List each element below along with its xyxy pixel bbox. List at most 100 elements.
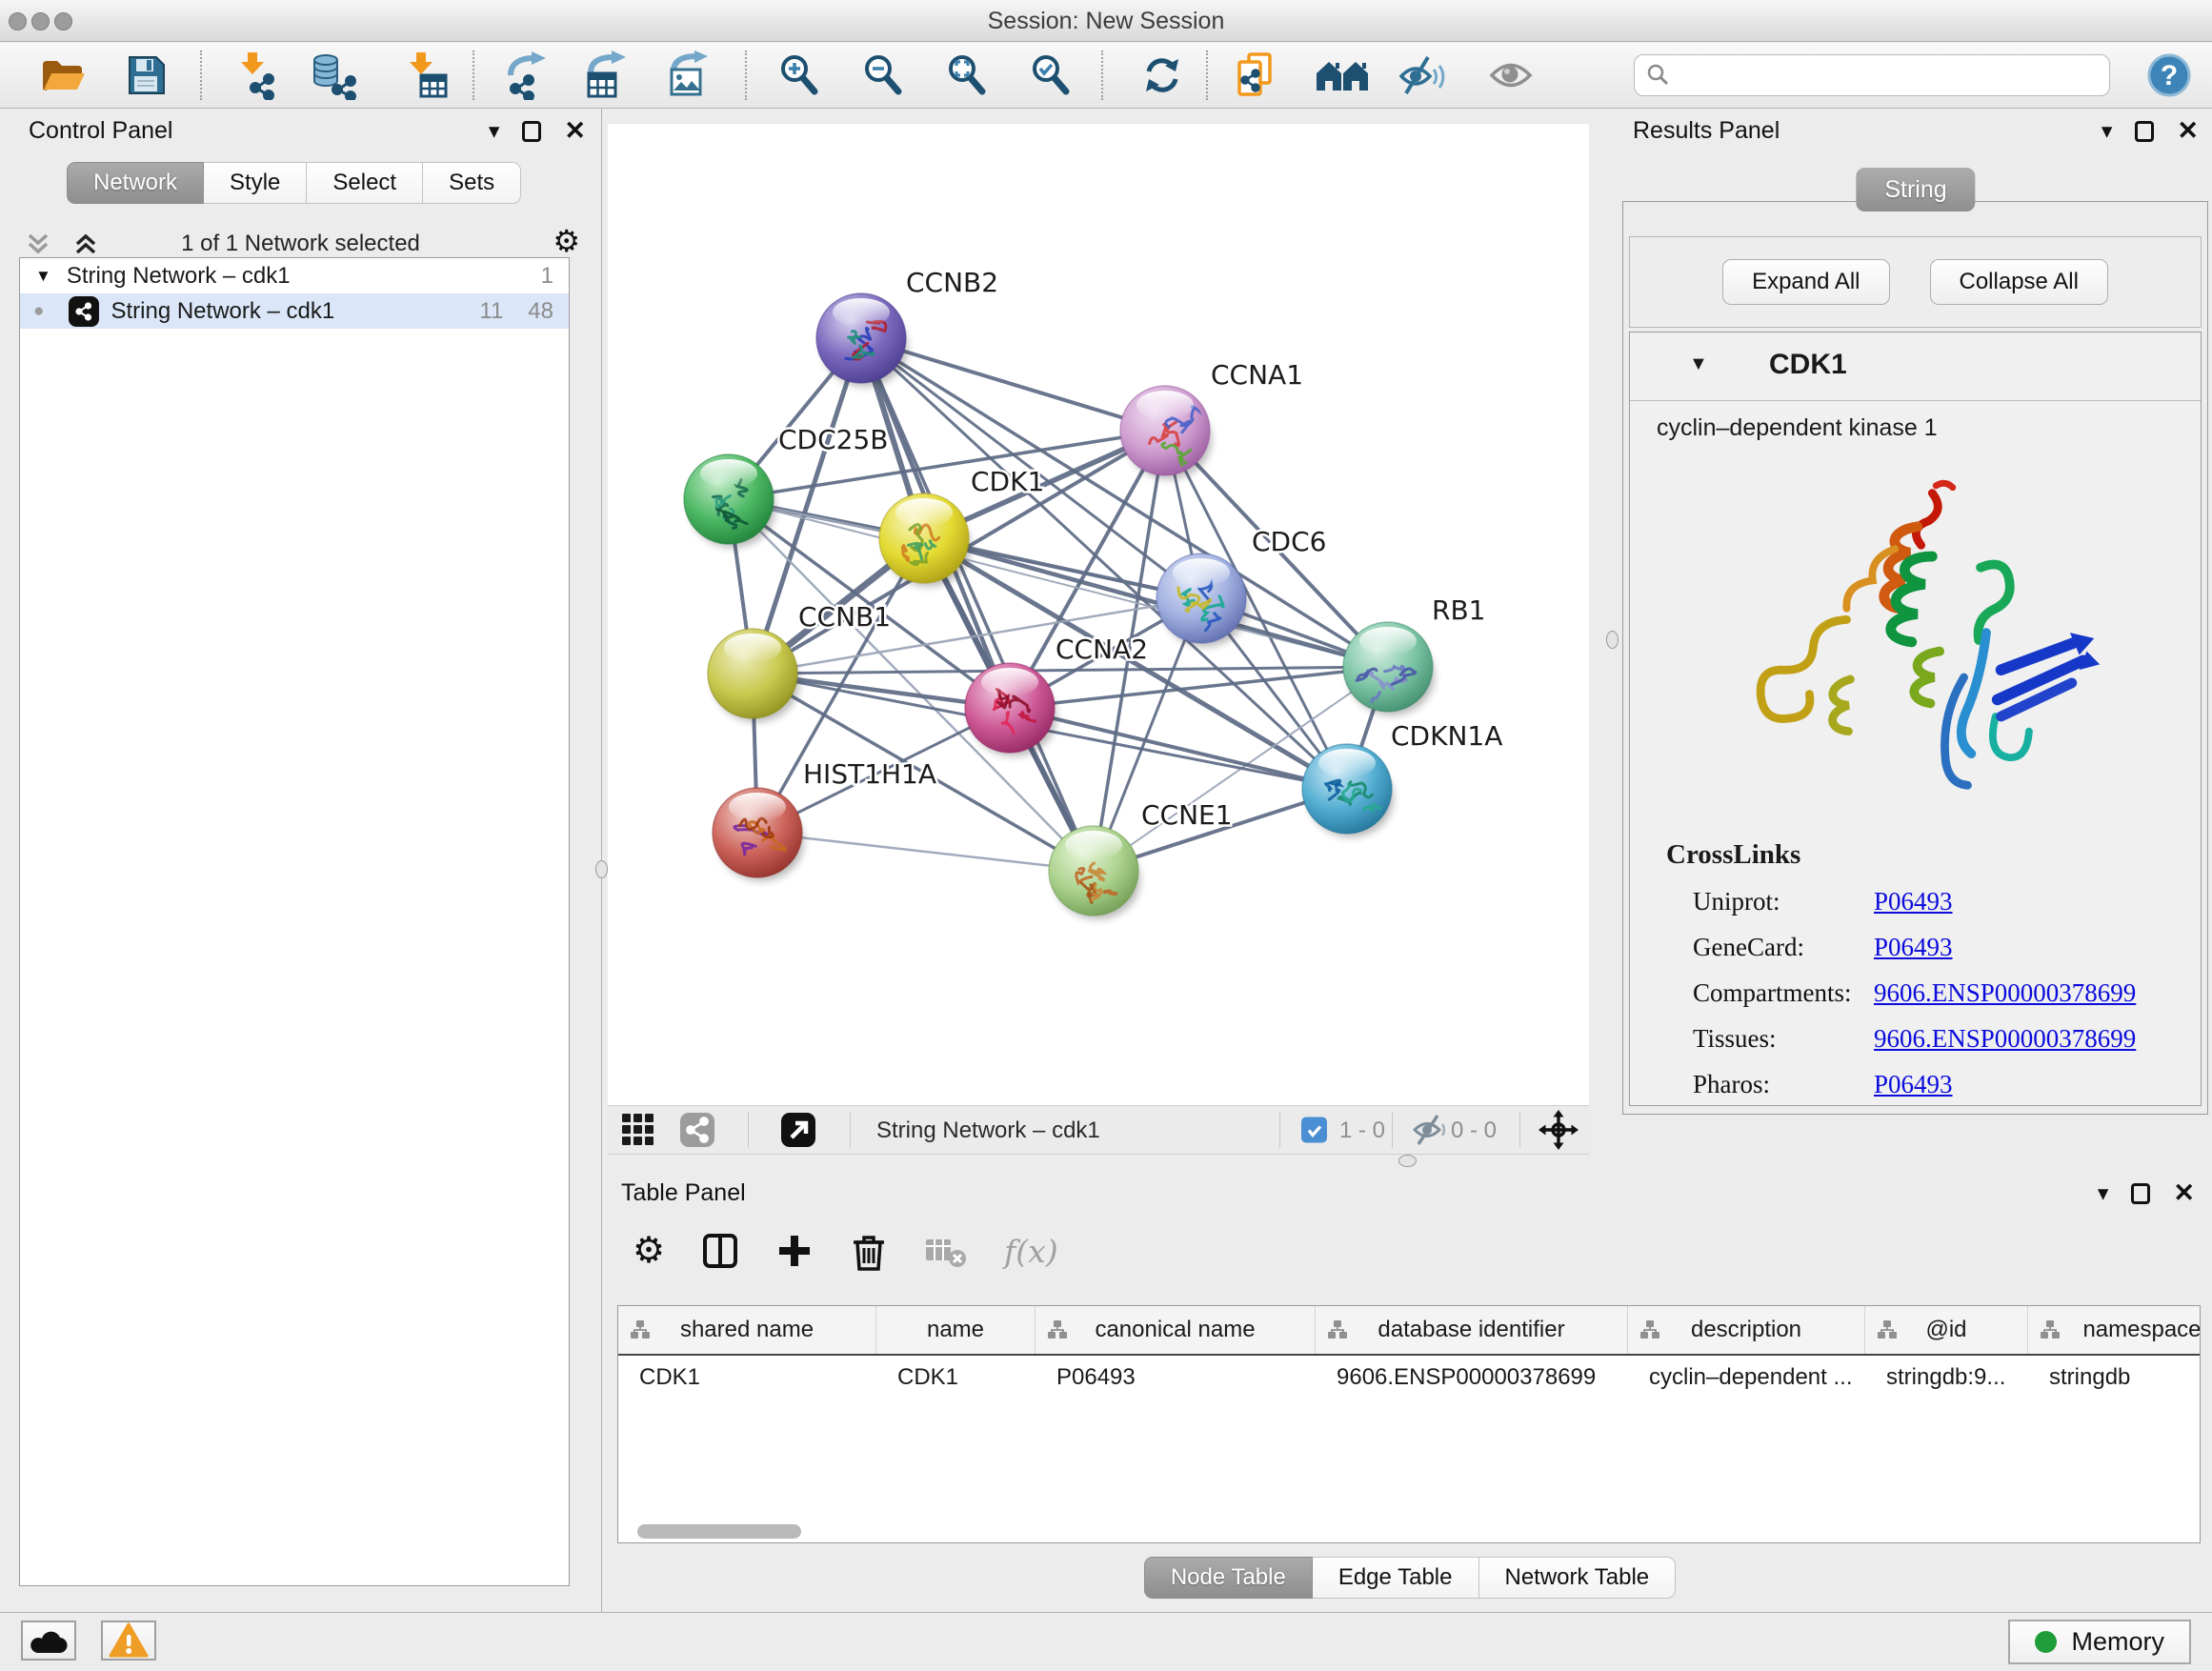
export-network-button[interactable] [503, 50, 553, 100]
tab-edge-table[interactable]: Edge Table [1313, 1557, 1479, 1599]
memory-button[interactable]: Memory [2008, 1620, 2191, 1664]
tab-node-table[interactable]: Node Table [1144, 1557, 1313, 1599]
panel-menu-icon[interactable]: ▾ [2098, 1180, 2109, 1206]
cloud-status-button[interactable] [21, 1621, 76, 1661]
table-settings-gear-icon[interactable]: ⚙ [633, 1233, 665, 1269]
network-node-CCNA2[interactable] [965, 663, 1056, 756]
zoom-out-button[interactable] [860, 52, 906, 98]
pan-mode-button[interactable] [1538, 1110, 1579, 1150]
column-header-description[interactable]: description [1628, 1306, 1865, 1354]
tab-select[interactable]: Select [307, 162, 423, 204]
table-cell[interactable]: cyclin–dependent ... [1628, 1364, 1865, 1391]
column-label: name [927, 1317, 984, 1343]
export-table-icon [581, 50, 631, 100]
crosslink-label: Compartments: [1693, 978, 1874, 1008]
tab-string[interactable]: String [1856, 168, 1975, 211]
table-cell[interactable]: P06493 [1036, 1364, 1316, 1391]
node-table[interactable]: shared name name canonical namedatabase id… [617, 1305, 2201, 1543]
export-image-button[interactable] [664, 50, 714, 100]
import-table-button[interactable] [400, 50, 450, 100]
column-header-database-identifier[interactable]: database identifier [1316, 1306, 1628, 1354]
refresh-button[interactable] [1139, 52, 1185, 98]
column-header-name[interactable]: name [876, 1306, 1036, 1354]
save-session-button[interactable] [124, 53, 168, 97]
crosslink-link[interactable]: 9606.ENSP00000378699 [1874, 1024, 2136, 1054]
column-header-canonical-name[interactable]: canonical name [1036, 1306, 1316, 1354]
network-node-CDC25B[interactable] [684, 454, 775, 548]
zoom-selected-button[interactable] [1028, 52, 1074, 98]
add-column-icon[interactable] [775, 1232, 814, 1270]
tab-network[interactable]: Network [67, 162, 204, 204]
table-cell[interactable]: stringdb:9... [1865, 1364, 2028, 1391]
table-cell[interactable]: stringdb [2028, 1364, 2201, 1391]
network-node-CDK1[interactable] [879, 493, 971, 587]
home-networks-button[interactable] [1316, 53, 1369, 97]
panel-float-icon[interactable] [522, 121, 541, 142]
hidden-toggle[interactable] [1411, 1114, 1451, 1146]
table-cell[interactable]: CDK1 [876, 1364, 1036, 1391]
network-node-RB1[interactable] [1343, 622, 1435, 715]
network-graph[interactable]: CCNB2CCNA1CDC25BCDK1CDC6RB1CCNB1CCNA2CDK… [608, 124, 1589, 1105]
right-splitter-handle[interactable] [1606, 631, 1619, 649]
tree-expand-icon[interactable]: ▼ [35, 267, 51, 286]
help-button[interactable]: ? [2146, 52, 2192, 98]
crosslink-link[interactable]: P06493 [1874, 887, 1953, 916]
expand-all-button[interactable]: Expand All [1722, 259, 1889, 305]
scrollbar-thumb[interactable] [637, 1524, 801, 1539]
tab-sets[interactable]: Sets [423, 162, 521, 204]
open-session-button[interactable] [38, 53, 88, 97]
import-network-button[interactable] [231, 50, 279, 100]
selected-checkbox[interactable] [1301, 1117, 1327, 1143]
tab-style[interactable]: Style [204, 162, 307, 204]
network-node-CDKN1A[interactable] [1302, 744, 1394, 837]
table-cell[interactable]: CDK1 [618, 1364, 876, 1391]
network-row-selected[interactable]: ● String Network – cdk1 11 48 [20, 293, 569, 329]
import-database-button[interactable] [309, 50, 360, 100]
crosslink-link[interactable]: P06493 [1874, 1070, 1953, 1099]
hide-unhide-button[interactable] [1397, 53, 1446, 97]
table-hscrollbar[interactable] [624, 1523, 2194, 1540]
network-badge-button[interactable] [678, 1111, 716, 1149]
panel-close-icon[interactable]: ✕ [2177, 116, 2199, 146]
delete-column-icon[interactable] [850, 1231, 888, 1271]
search-input[interactable] [1680, 62, 2098, 89]
panel-float-icon[interactable] [2135, 121, 2154, 142]
column-header-shared-name[interactable]: shared name [618, 1306, 876, 1354]
toolbar-search[interactable] [1634, 54, 2110, 96]
network-node-HIST1H1A[interactable] [713, 788, 804, 881]
zoom-in-button[interactable] [776, 52, 822, 98]
network-node-CCNA1[interactable] [1120, 386, 1212, 479]
tab-network-table[interactable]: Network Table [1479, 1557, 1677, 1599]
table-cell[interactable]: 9606.ENSP00000378699 [1316, 1364, 1628, 1391]
panel-close-icon[interactable]: ✕ [564, 116, 586, 146]
collapse-section-icon[interactable]: ▼ [1689, 353, 1708, 375]
crosslink-link[interactable]: P06493 [1874, 933, 1953, 962]
network-node-CCNB1[interactable] [708, 629, 799, 722]
column-header-namespace[interactable]: namespace [2028, 1306, 2201, 1354]
network-node-CCNE1[interactable] [1049, 826, 1140, 919]
clone-network-button[interactable] [1236, 50, 1281, 100]
goto-network-button[interactable] [779, 1111, 817, 1149]
panel-menu-icon[interactable]: ▾ [489, 118, 500, 144]
birdseye-grid-button[interactable] [621, 1113, 659, 1147]
panel-menu-icon[interactable]: ▾ [2101, 118, 2113, 144]
collapse-all-button[interactable]: Collapse All [1930, 259, 2108, 305]
network-node-CCNB2[interactable] [816, 293, 908, 387]
network-collection-row[interactable]: ▼ String Network – cdk1 1 [20, 258, 569, 293]
bottom-splitter-handle[interactable] [1398, 1155, 1417, 1167]
network-options-gear-icon[interactable]: ⚙ [553, 223, 580, 259]
show-columns-icon[interactable] [701, 1232, 739, 1270]
table-row[interactable]: CDK1CDK1P064939606.ENSP00000378699cyclin… [618, 1356, 2201, 1399]
export-table-button[interactable] [581, 50, 631, 100]
show-eye-button[interactable] [1488, 57, 1536, 93]
zoom-fit-button[interactable] [944, 52, 990, 98]
panel-float-icon[interactable] [2131, 1183, 2150, 1204]
column-header-@id[interactable]: @id [1865, 1306, 2028, 1354]
crosslink-link[interactable]: 9606.ENSP00000378699 [1874, 978, 2136, 1008]
network-node-CDC6[interactable] [1156, 554, 1248, 647]
left-splitter-handle[interactable] [595, 860, 608, 878]
panel-close-icon[interactable]: ✕ [2173, 1178, 2195, 1208]
warnings-button[interactable] [101, 1621, 156, 1661]
network-canvas[interactable]: CCNB2CCNA1CDC25BCDK1CDC6RB1CCNB1CCNA2CDK… [608, 124, 1589, 1105]
protein-card-header[interactable]: ▼ CDK1 [1630, 332, 2201, 401]
